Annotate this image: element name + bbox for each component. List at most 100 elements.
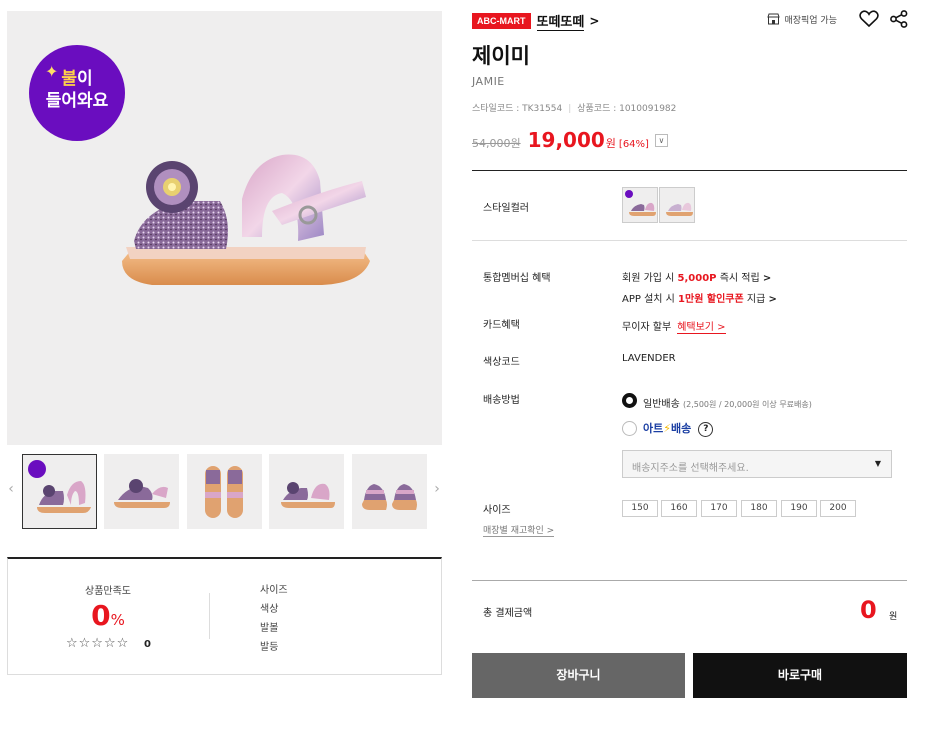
size-option-190[interactable]: 190 [781, 500, 817, 517]
ship-standard-label: 일반배송 [643, 399, 680, 410]
sandal-image [122, 154, 370, 285]
app-coupon: 1만원 할인쿠폰 [678, 294, 744, 305]
review-attribute-list: 사이즈 색상 발볼 발등 [260, 581, 288, 657]
discount-rate: [64%] [618, 139, 649, 150]
total-price-unit: 원 [889, 612, 898, 622]
size-option-150[interactable]: 150 [622, 500, 658, 517]
price-row: 54,000원 19,000 원 [64%] ∨ [472, 128, 668, 152]
thumbnail-4[interactable] [269, 454, 344, 529]
membership-label: 통합멤버십 혜택 [483, 273, 551, 284]
size-option-180[interactable]: 180 [741, 500, 777, 517]
badge-highlight: 불 [61, 69, 77, 89]
top-actions: 매장픽업 가능 [767, 10, 909, 28]
total-price-value: 0 [860, 596, 877, 624]
card-benefit-link[interactable]: 혜택보기 > [677, 322, 726, 334]
buy-now-button[interactable]: 바로구매 [693, 653, 907, 698]
membership-signup-benefit[interactable]: 회원 가입 시 5,000P 즉시 적립 > [622, 269, 771, 284]
product-title: 제이미 [472, 44, 530, 68]
original-price: 54,000원 [472, 137, 521, 150]
badge-line2: 들어와요 [45, 91, 109, 111]
review-attr-width: 발볼 [260, 623, 279, 634]
thumbnail-1-image [28, 460, 91, 513]
store-pickup-label: 매장픽업 가능 [784, 15, 837, 26]
thumbnail-2[interactable] [104, 454, 179, 529]
size-option-200[interactable]: 200 [820, 500, 856, 517]
store-stock-link[interactable]: 매장별 재고확인 > [483, 523, 555, 537]
ship-standard-option[interactable]: 일반배송 (2,500원 / 20,000원 이상 무료배송) [643, 395, 812, 410]
chevron-right-icon[interactable]: > [589, 14, 599, 28]
satisfaction-unit: % [110, 611, 125, 629]
thumbnail-5[interactable] [352, 454, 427, 529]
heart-icon[interactable] [859, 10, 879, 28]
color-code-value: LAVENDER [622, 353, 676, 364]
review-count: 0 [144, 639, 151, 650]
thumbnail-1[interactable] [22, 454, 97, 529]
store-address-select[interactable]: 배송지주소를 선택해주세요. ▼ [622, 450, 892, 478]
store-pickup[interactable]: 매장픽업 가능 [767, 13, 837, 26]
size-option-160[interactable]: 160 [661, 500, 697, 517]
abc-mart-logo: ABC-MART [472, 13, 531, 29]
add-to-cart-button[interactable]: 장바구니 [472, 653, 685, 698]
review-divider [209, 593, 210, 639]
style-code: 스타일코드 : TK31554 [472, 104, 563, 114]
size-label: 사이즈 [483, 505, 511, 516]
light-up-badge: ✦ 불이 들어와요 [29, 45, 125, 141]
ship-art-radio[interactable] [622, 421, 637, 436]
card-benefit: 무이자 할부 혜택보기 > [622, 318, 726, 334]
product-english-name: JAMIE [472, 75, 505, 88]
price-detail-toggle-icon[interactable]: ∨ [654, 133, 668, 147]
review-attr-size: 사이즈 [260, 585, 288, 596]
share-icon[interactable] [889, 10, 909, 28]
badge-line1: 이 [77, 69, 93, 89]
review-summary: 상품만족도 0% ☆☆☆☆☆ 0 사이즈 색상 발볼 발등 [7, 557, 442, 675]
chevron-right-icon: > [762, 273, 772, 284]
app-install-benefit[interactable]: APP 설치 시 1만원 할인쿠폰 지급 > [622, 290, 777, 305]
store-address-placeholder: 배송지주소를 선택해주세요. [632, 463, 749, 474]
divider-top [472, 170, 907, 171]
art-logo-b: 배송 [670, 422, 692, 435]
chevron-right-icon: > [768, 294, 777, 305]
color-swatch-1[interactable] [622, 187, 658, 223]
satisfaction-label: 상품만족도 [85, 586, 131, 597]
size-option-170[interactable]: 170 [701, 500, 737, 517]
signup-points: 5,000P [677, 273, 717, 284]
code-separator: | [568, 104, 572, 114]
thumbnail-2-image [114, 479, 170, 508]
thumb-prev-arrow-icon[interactable]: ‹ [5, 481, 17, 497]
thumbnail-5-image [362, 484, 417, 510]
card-benefit-value: 무이자 할부 [622, 322, 672, 333]
shipping-label: 배송방법 [483, 395, 520, 406]
art-delivery-logo: 아트⚡배송 [643, 422, 691, 435]
store-icon [767, 13, 781, 25]
color-swatch-1-image [625, 190, 656, 216]
total-price-label: 총 결제금액 [483, 608, 533, 619]
lightning-icon: ⚡ [663, 422, 671, 435]
star-rating-icons: ☆☆☆☆☆ [66, 636, 130, 651]
signup-text-pre: 회원 가입 시 [622, 273, 678, 284]
review-attr-color: 색상 [260, 604, 279, 615]
card-benefit-label: 카드혜택 [483, 320, 520, 331]
sale-price-unit: 원 [605, 137, 616, 150]
help-icon[interactable]: ? [698, 421, 714, 437]
thumbnail-3[interactable] [187, 454, 262, 529]
brand-row: ABC-MART 또떼또떼 > [472, 11, 599, 31]
thumbnail-strip: ‹ › [7, 453, 442, 531]
sale-price: 19,000 [527, 128, 605, 152]
thumb-next-arrow-icon[interactable]: › [431, 481, 443, 497]
brand-link[interactable]: 또떼또떼 [536, 11, 585, 31]
ship-standard-radio[interactable] [622, 393, 637, 408]
app-text-post: 지급 [743, 294, 769, 305]
divider-color [472, 240, 907, 241]
ship-art-option[interactable]: 아트⚡배송 ? [643, 420, 714, 437]
divider-total [472, 580, 907, 581]
thumbnail-3-image [205, 466, 243, 518]
satisfaction-value: 0% [8, 599, 208, 632]
ship-standard-note: (2,500원 / 20,000원 이상 무료배송) [683, 400, 812, 409]
main-product-image[interactable]: ✦ 불이 들어와요 [7, 11, 442, 445]
dropdown-caret-icon: ▼ [874, 459, 881, 468]
sparkle-icon: ✦ [45, 62, 59, 81]
review-attr-instep: 발등 [260, 642, 279, 653]
satisfaction-number: 0 [91, 599, 111, 632]
color-swatch-2[interactable] [659, 187, 695, 223]
color-code-label: 색상코드 [483, 357, 520, 368]
